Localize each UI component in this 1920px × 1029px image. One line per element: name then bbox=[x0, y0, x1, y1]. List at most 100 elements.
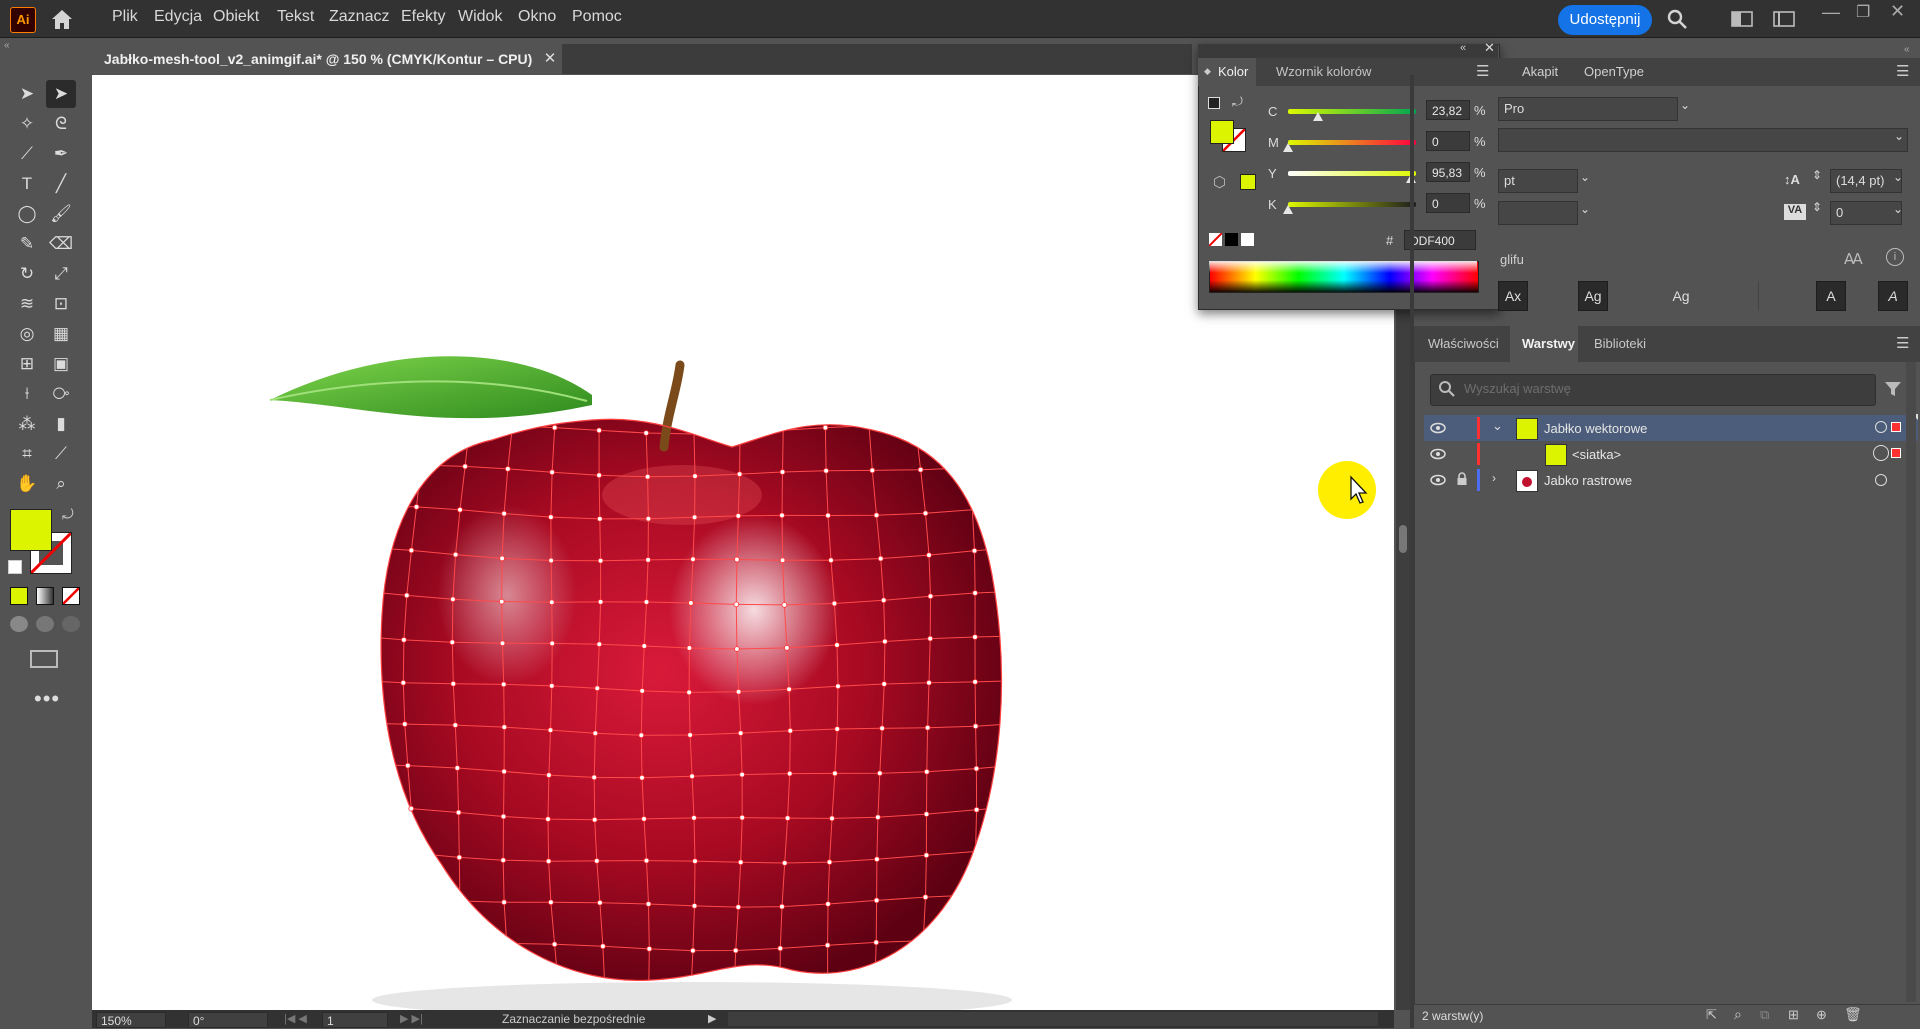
mesh-point[interactable] bbox=[735, 904, 742, 910]
mesh-point[interactable] bbox=[787, 727, 794, 734]
mesh-point[interactable] bbox=[689, 773, 695, 780]
swap-fill-stroke-icon[interactable]: ⤾ bbox=[62, 506, 74, 523]
warp-tool-icon[interactable]: ≋ bbox=[12, 290, 42, 318]
mesh-point[interactable] bbox=[739, 814, 745, 821]
color-value-input[interactable]: 0 bbox=[1426, 131, 1470, 151]
mesh-point[interactable] bbox=[501, 768, 507, 775]
mesh-point[interactable] bbox=[733, 601, 740, 608]
mesh-point[interactable] bbox=[413, 504, 420, 510]
mesh-point[interactable] bbox=[646, 946, 653, 952]
color-value-input[interactable]: 23,82 bbox=[1426, 100, 1470, 120]
mesh-point[interactable] bbox=[597, 599, 604, 605]
ellipse-tool-icon[interactable]: ◯ bbox=[12, 200, 42, 228]
mesh-point[interactable] bbox=[643, 857, 650, 864]
mesh-point[interactable] bbox=[401, 721, 408, 727]
slider-thumb[interactable] bbox=[1283, 205, 1293, 214]
mesh-point[interactable] bbox=[645, 515, 652, 522]
draw-normal-icon[interactable] bbox=[10, 616, 28, 632]
layer-name[interactable]: <siatka> bbox=[1572, 447, 1621, 462]
mesh-point[interactable] bbox=[779, 557, 786, 564]
mesh-point[interactable] bbox=[499, 555, 505, 562]
mesh-point[interactable] bbox=[501, 899, 507, 905]
gradient-mode-icon[interactable] bbox=[36, 587, 54, 605]
mesh-point[interactable] bbox=[735, 513, 742, 519]
mesh-point[interactable] bbox=[927, 635, 933, 642]
clipping-mask-icon[interactable]: ⧉ bbox=[1760, 1007, 1769, 1023]
swap-mini-icon[interactable]: ⤾ bbox=[1232, 94, 1243, 110]
mesh-point[interactable] bbox=[551, 424, 558, 431]
workspace-switcher-icon[interactable] bbox=[1772, 8, 1796, 30]
type-tool-icon[interactable]: T bbox=[12, 170, 42, 198]
mesh-point[interactable] bbox=[686, 645, 693, 651]
menu-item[interactable]: Efekty bbox=[401, 8, 445, 26]
layers-scrollbar[interactable] bbox=[1906, 362, 1916, 1002]
glyph-button-2[interactable]: Ag bbox=[1578, 281, 1608, 311]
mesh-point[interactable] bbox=[834, 642, 840, 648]
menu-item[interactable]: Pomoc bbox=[572, 8, 622, 26]
leading-stepper-icon[interactable]: ⇕ bbox=[1812, 168, 1822, 182]
close-window-icon[interactable]: ✕ bbox=[1890, 1, 1905, 22]
fill-swatch-front[interactable] bbox=[10, 509, 52, 551]
target-icon[interactable] bbox=[1875, 474, 1887, 486]
mesh-point[interactable] bbox=[823, 467, 829, 474]
zoom-tool-icon[interactable]: ⌕ bbox=[46, 470, 76, 498]
more-tools-icon[interactable]: ••• bbox=[34, 686, 60, 712]
eye-icon[interactable] bbox=[1430, 473, 1446, 487]
mesh-point[interactable] bbox=[832, 770, 838, 777]
hand-tool-icon[interactable]: ✋ bbox=[12, 470, 42, 498]
mesh-point[interactable] bbox=[450, 680, 457, 687]
mesh-point[interactable] bbox=[825, 901, 831, 907]
char-panel-menu-icon[interactable]: ☰ bbox=[1896, 62, 1909, 80]
mesh-point[interactable] bbox=[641, 643, 648, 649]
layers-panel-menu-icon[interactable]: ☰ bbox=[1896, 334, 1909, 352]
collapse-toolbar-icon[interactable]: « bbox=[4, 40, 10, 51]
mesh-point[interactable] bbox=[926, 679, 932, 686]
font-style-chevron-icon[interactable]: ⌄ bbox=[1680, 98, 1690, 112]
mesh-point[interactable] bbox=[592, 730, 599, 737]
mesh-point[interactable] bbox=[691, 903, 698, 909]
color-slider-track[interactable] bbox=[1288, 140, 1416, 145]
scale-tool-icon[interactable]: ⤢ bbox=[46, 260, 76, 288]
font-family-chevron-icon[interactable]: ⌄ bbox=[1894, 129, 1904, 143]
arrange-documents-icon[interactable] bbox=[1730, 8, 1754, 30]
chevron-right-icon[interactable]: › bbox=[1492, 471, 1496, 485]
mesh-point[interactable] bbox=[971, 547, 978, 554]
layer-name[interactable]: Jabłko wektorowe bbox=[1544, 421, 1647, 436]
mesh-point[interactable] bbox=[824, 942, 831, 948]
mesh-point[interactable] bbox=[401, 637, 407, 643]
color-slider-track[interactable] bbox=[1288, 202, 1416, 207]
mesh-point[interactable] bbox=[591, 774, 598, 781]
selection-indicator-icon[interactable] bbox=[1891, 422, 1901, 432]
mesh-point[interactable] bbox=[600, 943, 606, 950]
slider-thumb[interactable] bbox=[1313, 112, 1324, 121]
draw-inside-icon[interactable] bbox=[62, 616, 80, 632]
mesh-point[interactable] bbox=[786, 770, 793, 777]
mesh-point[interactable] bbox=[829, 815, 835, 822]
mesh-point[interactable] bbox=[641, 816, 647, 822]
mesh-point[interactable] bbox=[786, 686, 792, 693]
mesh-point[interactable] bbox=[593, 858, 600, 864]
mesh-point[interactable] bbox=[923, 768, 930, 775]
mesh-point[interactable] bbox=[638, 732, 645, 738]
layer-name[interactable]: Jabko rastrowe bbox=[1544, 473, 1632, 488]
mesh-point[interactable] bbox=[501, 510, 507, 517]
mesh-point[interactable] bbox=[597, 557, 604, 564]
mesh-point[interactable] bbox=[462, 463, 468, 470]
mesh-point[interactable] bbox=[691, 514, 698, 521]
mesh-point[interactable] bbox=[643, 599, 650, 605]
info-icon[interactable]: i bbox=[1886, 248, 1904, 266]
mesh-point[interactable] bbox=[645, 901, 652, 907]
mesh-point[interactable] bbox=[549, 469, 555, 476]
mesh-point[interactable] bbox=[596, 472, 602, 479]
mesh-point[interactable] bbox=[454, 765, 461, 771]
lasso-tool-icon[interactable]: ᘓ bbox=[46, 110, 76, 138]
artboard-nav-last-icon[interactable]: ▶ ▶| bbox=[400, 1012, 423, 1025]
mesh-point[interactable] bbox=[551, 941, 558, 948]
mesh-point[interactable] bbox=[972, 634, 978, 640]
font-style-dropdown[interactable]: Pro bbox=[1498, 97, 1678, 121]
mesh-point[interactable] bbox=[972, 723, 979, 729]
artboard-number-field[interactable]: 1 bbox=[322, 1012, 388, 1028]
mesh-point[interactable] bbox=[828, 557, 834, 564]
mesh-point[interactable] bbox=[880, 597, 887, 604]
mesh-point[interactable] bbox=[784, 645, 790, 651]
